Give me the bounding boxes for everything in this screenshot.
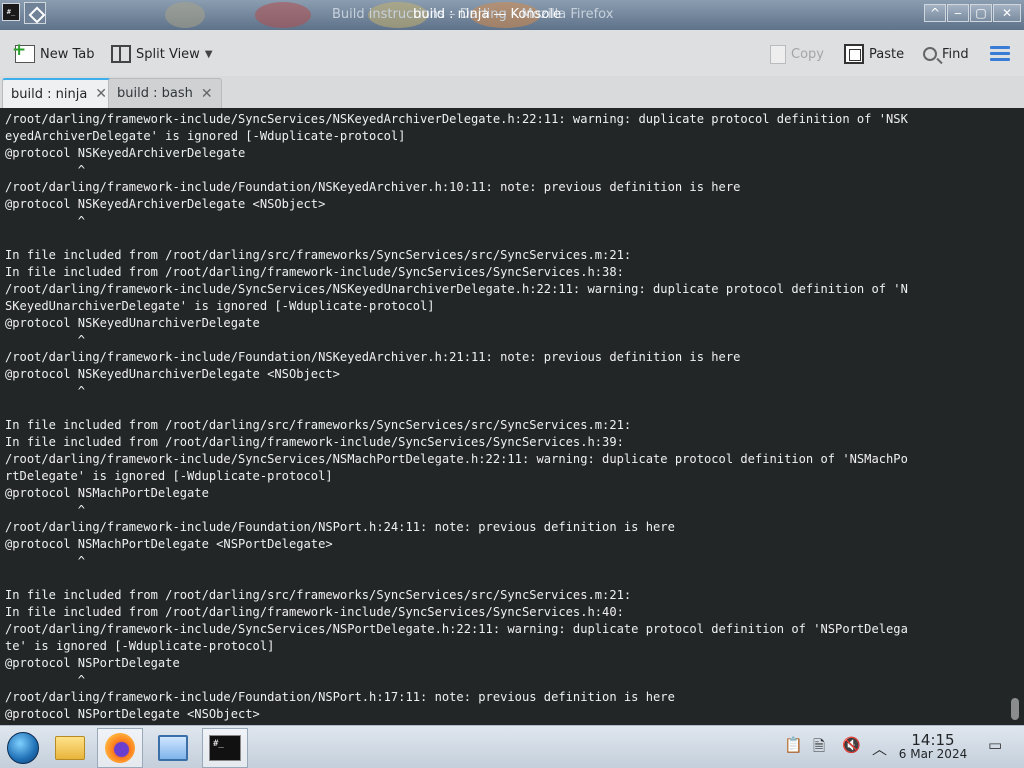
- paste-icon: [844, 44, 864, 64]
- taskbar: #_ 📋 🗎 🔇 ︿ ▭: [0, 725, 1024, 768]
- copy-icon: [770, 44, 786, 64]
- firefox-icon: [105, 733, 135, 763]
- terminal-line: SKeyedUnarchiverDelegate' is ignored [-W…: [5, 299, 435, 313]
- tab-bar: build : ninja ✕ build : bash ✕: [0, 76, 1024, 108]
- new-tab-icon: [12, 40, 35, 63]
- titlebar-decoration-icon: [165, 2, 205, 28]
- terminal-line: In file included from /root/darling/fram…: [5, 435, 624, 449]
- terminal-line: In file included from /root/darling/src/…: [5, 248, 632, 262]
- terminal-line: @protocol NSMachPortDelegate: [5, 486, 209, 500]
- scrollbar[interactable]: [1011, 108, 1019, 725]
- terminal-line: /root/darling/framework-include/Foundati…: [5, 350, 741, 364]
- terminal-line: @protocol NSKeyedArchiverDelegate <NSObj…: [5, 197, 326, 211]
- terminal-line: ^: [5, 554, 86, 568]
- terminal-line: /root/darling/framework-include/SyncServ…: [5, 282, 908, 296]
- tab-build-ninja[interactable]: build : ninja ✕: [2, 78, 117, 108]
- minimize-button[interactable]: ‒: [947, 4, 969, 22]
- terminal-line: @protocol NSKeyedUnarchiverDelegate: [5, 316, 260, 330]
- paste-label: Paste: [869, 46, 905, 62]
- hamburger-menu-icon[interactable]: [990, 46, 1010, 62]
- split-view-label: Split View: [136, 46, 200, 62]
- taskbar-konsole[interactable]: #_: [202, 728, 248, 768]
- terminal-line: ^: [5, 163, 86, 177]
- copy-label: Copy: [791, 46, 824, 62]
- start-menu-button[interactable]: [0, 728, 46, 768]
- terminal-line: te' is ignored [-Wduplicate-protocol]: [5, 639, 275, 653]
- terminal-line: ^: [5, 333, 86, 347]
- show-desktop-icon[interactable]: ▭: [988, 736, 1002, 754]
- paste-button[interactable]: Paste: [844, 42, 904, 66]
- terminal-line: In file included from /root/darling/fram…: [5, 605, 624, 619]
- maximize-button[interactable]: ▢: [970, 4, 992, 22]
- terminal-line: ^: [5, 503, 86, 517]
- new-tab-label: New Tab: [40, 46, 95, 62]
- find-button[interactable]: Find: [923, 42, 969, 66]
- tab-label: build : ninja: [11, 86, 88, 102]
- terminal-view[interactable]: /root/darling/framework-include/SyncServ…: [0, 108, 1024, 725]
- remote-desktop-icon: [158, 735, 188, 761]
- toolbar: New Tab Split View ▼ Copy Paste Find: [0, 30, 1024, 76]
- window-menu-icon[interactable]: [24, 2, 46, 24]
- terminal-app-icon[interactable]: #_: [2, 3, 20, 21]
- find-label: Find: [942, 46, 969, 62]
- terminal-line: eyedArchiverDelegate' is ignored [-Wdupl…: [5, 129, 406, 143]
- terminal-line: In file included from /root/darling/src/…: [5, 588, 632, 602]
- titlebar-decoration-icon: [255, 2, 311, 28]
- close-button[interactable]: ✕: [993, 4, 1021, 22]
- keep-above-button[interactable]: ^: [924, 4, 946, 22]
- tab-build-bash[interactable]: build : bash ✕: [108, 78, 222, 108]
- terminal-line: @protocol NSKeyedArchiverDelegate: [5, 146, 246, 160]
- terminal-line: ^: [5, 214, 86, 228]
- konsole-window: #_ Build instructions – Darling – Mozill…: [0, 0, 1024, 768]
- terminal-line: /root/darling/framework-include/Foundati…: [5, 520, 675, 534]
- terminal-line: /root/darling/framework-include/SyncServ…: [5, 112, 908, 126]
- title-bar: #_ Build instructions – Darling – Mozill…: [0, 0, 1024, 30]
- search-icon: [923, 47, 937, 61]
- chevron-up-icon[interactable]: ︿: [872, 738, 887, 759]
- close-tab-icon[interactable]: ✕: [95, 86, 107, 102]
- konsole-icon: #_: [209, 735, 241, 761]
- terminal-line: /root/darling/framework-include/SyncServ…: [5, 452, 908, 466]
- terminal-line: @protocol NSKeyedUnarchiverDelegate <NSO…: [5, 367, 340, 381]
- folder-icon: [55, 736, 85, 760]
- terminal-line: /root/darling/framework-include/SyncServ…: [5, 622, 908, 636]
- clock-date[interactable]: 6 Mar 2024: [893, 747, 973, 761]
- terminal-line: ^: [5, 673, 86, 687]
- terminal-line: In file included from /root/darling/src/…: [5, 418, 632, 432]
- volume-muted-icon[interactable]: 🔇: [842, 736, 861, 754]
- close-tab-icon[interactable]: ✕: [201, 86, 213, 102]
- terminal-output: /root/darling/framework-include/SyncServ…: [5, 111, 1005, 725]
- chevron-down-icon[interactable]: ▼: [205, 49, 213, 60]
- notes-icon[interactable]: 🗎: [813, 736, 825, 761]
- terminal-line: /root/darling/framework-include/Foundati…: [5, 690, 675, 704]
- terminal-line: /root/darling/framework-include/Foundati…: [5, 180, 741, 194]
- split-view-icon: [111, 45, 131, 63]
- scrollbar-thumb[interactable]: [1011, 698, 1019, 720]
- new-tab-button[interactable]: New Tab: [12, 40, 95, 66]
- tab-label: build : bash: [117, 86, 193, 101]
- terminal-line: ^: [5, 384, 86, 398]
- copy-button[interactable]: Copy: [770, 42, 824, 66]
- taskbar-file-manager[interactable]: [47, 728, 93, 768]
- terminal-line: In file included from /root/darling/fram…: [5, 265, 624, 279]
- terminal-line: rtDelegate' is ignored [-Wduplicate-prot…: [5, 469, 333, 483]
- taskbar-firefox[interactable]: [97, 728, 143, 768]
- terminal-line: @protocol NSMachPortDelegate <NSPortDele…: [5, 537, 333, 551]
- terminal-line: @protocol NSPortDelegate: [5, 656, 180, 670]
- clipboard-icon[interactable]: 📋: [784, 736, 803, 754]
- taskbar-remote-desktop[interactable]: [150, 728, 196, 768]
- terminal-line: @protocol NSPortDelegate <NSObject>: [5, 707, 260, 721]
- window-title: build : ninja — Konsole: [413, 7, 561, 22]
- split-view-button[interactable]: Split View ▼: [111, 42, 213, 66]
- start-orb-icon: [7, 732, 39, 764]
